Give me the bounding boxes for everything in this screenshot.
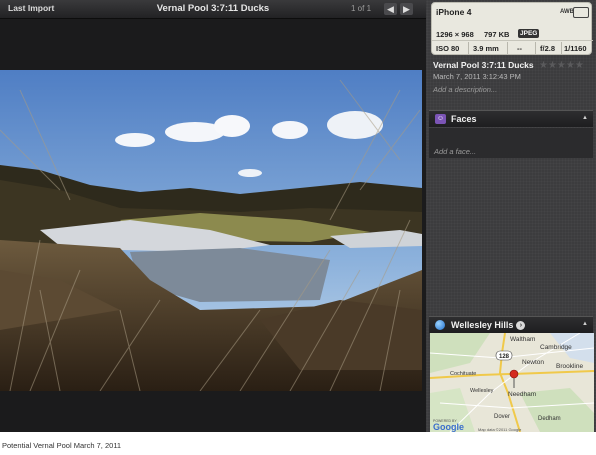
map-label: Needham: [508, 391, 536, 398]
divider: [561, 42, 562, 54]
route-label: 128: [499, 354, 510, 360]
main-photo[interactable]: [0, 70, 422, 391]
divider: [535, 42, 536, 54]
faces-label: Faces: [451, 114, 477, 124]
map-label: Cambridge: [540, 344, 572, 351]
shutter-speed: 1/1160: [564, 44, 587, 53]
iso-value: ISO 80: [436, 44, 460, 53]
map-label: Newton: [522, 359, 544, 366]
description-input[interactable]: Add a description...: [433, 85, 497, 94]
photo-counter: 1 of 1: [351, 4, 372, 13]
faces-icon: ☺: [435, 114, 446, 124]
arrow-right-icon[interactable]: ▶: [400, 3, 413, 15]
map-label: Brookline: [556, 363, 583, 370]
focal-length: 3.9 mm: [473, 44, 499, 53]
location-info-icon[interactable]: ›: [516, 321, 526, 331]
awb-label: AWB: [560, 9, 574, 15]
aperture: f/2.8: [540, 44, 556, 53]
location-label: Wellesley Hills ›: [451, 320, 526, 331]
location-map[interactable]: 128 Waltham Cambridge Newton Brookline C…: [430, 333, 594, 432]
viewer-toolbar: Last Import Vernal Pool 3:7:11 Ducks 1 o…: [0, 0, 426, 19]
map-label: Waltham: [510, 336, 535, 343]
resolution: 1296 × 968: [436, 30, 474, 39]
image-caption: Potential Vernal Pool March 7, 2011: [2, 441, 122, 450]
google-logo: Google: [433, 422, 464, 432]
map-label: Dover: [494, 414, 510, 420]
add-face-input[interactable]: Add a face...: [434, 147, 476, 156]
rating-stars[interactable]: ★★★★★: [539, 60, 584, 71]
map-label: Dedham: [538, 416, 561, 422]
arrow-left-icon[interactable]: ◀: [384, 3, 397, 15]
photo-viewer: Last Import Vernal Pool 3:7:11 Ducks 1 o…: [0, 0, 426, 432]
faces-panel-header[interactable]: ☺ Faces ▲: [429, 110, 593, 127]
map-label: Cochituate: [450, 371, 476, 377]
location-panel-header[interactable]: Wellesley Hills › ▲: [429, 316, 593, 333]
divider: [507, 42, 508, 54]
photo-name[interactable]: Vernal Pool 3:7:11 Ducks: [433, 60, 534, 70]
map-pin-icon: [509, 369, 519, 379]
collapse-icon[interactable]: ▲: [582, 321, 588, 327]
globe-icon: [435, 320, 445, 330]
file-size: 797 KB: [484, 30, 510, 39]
map-label: Wellesley: [470, 388, 494, 394]
divider: [468, 42, 469, 54]
camera-info-card: iPhone 4 AWB 1296 × 968 797 KB JPEG ISO …: [431, 2, 593, 55]
divider: [432, 40, 593, 41]
camera-model: iPhone 4: [436, 7, 472, 17]
camera-icon: [573, 7, 589, 18]
exposure-bias: --: [517, 44, 522, 53]
map-copyright: Map data ©2011 Google: [478, 427, 522, 432]
collapse-icon[interactable]: ▲: [582, 115, 588, 121]
format-badge: JPEG: [518, 29, 540, 38]
photo-date[interactable]: March 7, 2011 3:12:43 PM: [433, 72, 521, 81]
